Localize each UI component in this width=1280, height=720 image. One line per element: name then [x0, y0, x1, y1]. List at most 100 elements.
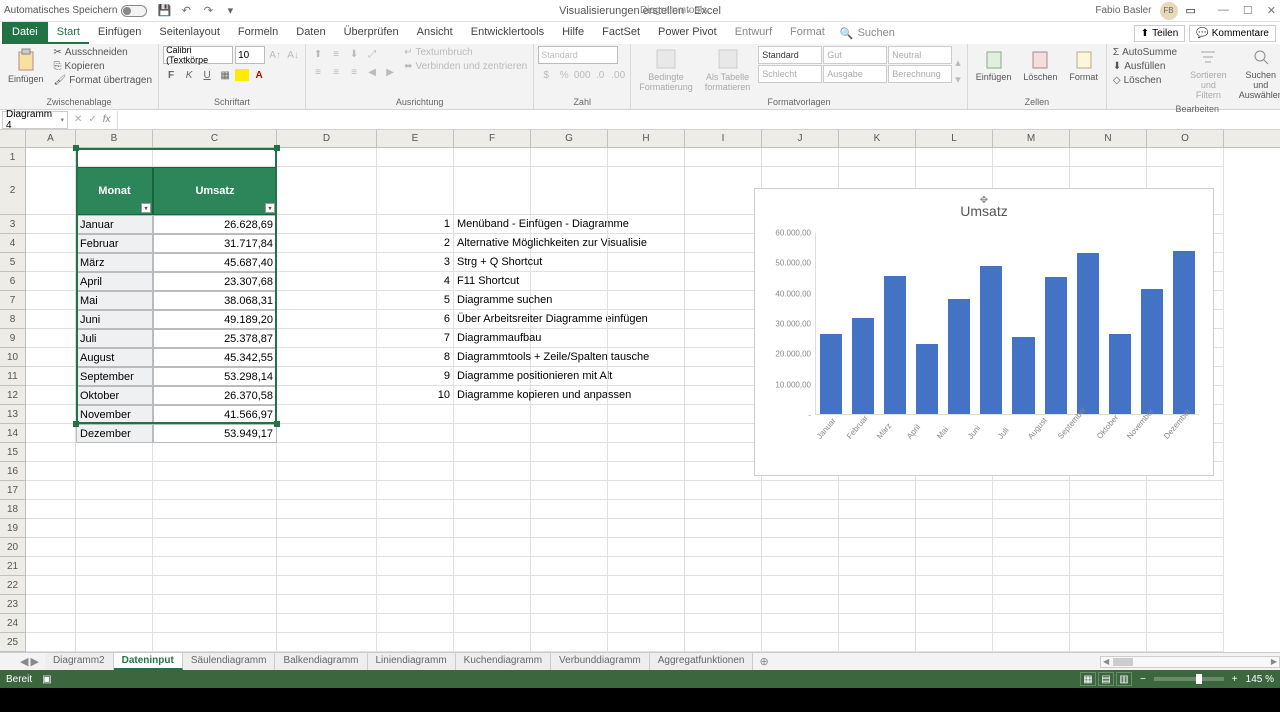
- row-header-5[interactable]: 5: [0, 253, 25, 272]
- cell-A14[interactable]: [26, 424, 76, 443]
- cell-O17[interactable]: [1147, 481, 1224, 500]
- fx-icon[interactable]: fx: [103, 114, 111, 125]
- row-header-16[interactable]: 16: [0, 462, 25, 481]
- cell-C6[interactable]: 23.307,68: [153, 272, 277, 291]
- cell-E17[interactable]: [377, 481, 454, 500]
- row-header-13[interactable]: 13: [0, 405, 25, 424]
- cell-B16[interactable]: [76, 462, 153, 481]
- cell-A21[interactable]: [26, 557, 76, 576]
- decrease-font-icon[interactable]: A↓: [285, 47, 301, 63]
- cell-I9[interactable]: [685, 329, 762, 348]
- cell-L23[interactable]: [916, 595, 993, 614]
- cell-A15[interactable]: [26, 443, 76, 462]
- sheet-tab-säulendiagramm[interactable]: Säulendiagramm: [183, 653, 276, 670]
- cell-F5[interactable]: Strg + Q Shortcut: [454, 253, 531, 272]
- row-header-18[interactable]: 18: [0, 500, 25, 519]
- cell-E15[interactable]: [377, 443, 454, 462]
- horizontal-scrollbar[interactable]: ◀ ▶: [1100, 656, 1280, 668]
- align-left-icon[interactable]: ≡: [310, 64, 326, 80]
- style-neutral[interactable]: Neutral: [888, 46, 952, 64]
- cell-F15[interactable]: [454, 443, 531, 462]
- cell-H14[interactable]: [608, 424, 685, 443]
- cell-M25[interactable]: [993, 633, 1070, 652]
- cell-E13[interactable]: [377, 405, 454, 424]
- cell-D22[interactable]: [277, 576, 377, 595]
- minimize-icon[interactable]: —: [1218, 4, 1229, 17]
- cell-C7[interactable]: 38.068,31: [153, 291, 277, 310]
- bar-Oktober[interactable]: [1109, 334, 1131, 414]
- zoom-level[interactable]: 145 %: [1246, 674, 1274, 685]
- cell-E9[interactable]: 7: [377, 329, 454, 348]
- cell-J20[interactable]: [762, 538, 839, 557]
- cell-D7[interactable]: [277, 291, 377, 310]
- sheet-tab-balkendiagramm[interactable]: Balkendiagramm: [275, 653, 367, 670]
- cell-I6[interactable]: [685, 272, 762, 291]
- cell-F4[interactable]: Alternative Möglichkeiten zur Visualisie: [454, 234, 531, 253]
- cell-B5[interactable]: März: [76, 253, 153, 272]
- filter-icon[interactable]: ▾: [141, 203, 151, 213]
- cell-L24[interactable]: [916, 614, 993, 633]
- cell-F21[interactable]: [454, 557, 531, 576]
- cell-H15[interactable]: [608, 443, 685, 462]
- comments-button[interactable]: 💬 Kommentare: [1189, 25, 1276, 42]
- cell-F16[interactable]: [454, 462, 531, 481]
- cell-C1[interactable]: [153, 148, 277, 167]
- cell-G19[interactable]: [531, 519, 608, 538]
- fill-button[interactable]: ⬇Ausfüllen: [1111, 60, 1179, 73]
- cell-F11[interactable]: Diagramme positionieren mit Alt: [454, 367, 531, 386]
- row-header-20[interactable]: 20: [0, 538, 25, 557]
- cell-A10[interactable]: [26, 348, 76, 367]
- style-standard[interactable]: Standard: [758, 46, 822, 64]
- cell-D5[interactable]: [277, 253, 377, 272]
- cell-E19[interactable]: [377, 519, 454, 538]
- cell-M24[interactable]: [993, 614, 1070, 633]
- cell-I2[interactable]: [685, 167, 762, 215]
- cell-I10[interactable]: [685, 348, 762, 367]
- cell-N18[interactable]: [1070, 500, 1147, 519]
- cell-D9[interactable]: [277, 329, 377, 348]
- cell-N22[interactable]: [1070, 576, 1147, 595]
- cell-E16[interactable]: [377, 462, 454, 481]
- cell-G23[interactable]: [531, 595, 608, 614]
- cell-O24[interactable]: [1147, 614, 1224, 633]
- cell-A1[interactable]: [26, 148, 76, 167]
- thousands-icon[interactable]: 000: [574, 67, 590, 83]
- cell-C25[interactable]: [153, 633, 277, 652]
- cell-F3[interactable]: Menüband - Einfügen - Diagramme: [454, 215, 531, 234]
- row-header-7[interactable]: 7: [0, 291, 25, 310]
- cell-G15[interactable]: [531, 443, 608, 462]
- col-header-O[interactable]: O: [1147, 130, 1224, 147]
- bar-April[interactable]: [916, 344, 938, 414]
- cell-E24[interactable]: [377, 614, 454, 633]
- cell-C9[interactable]: 25.378,87: [153, 329, 277, 348]
- delete-cells-button[interactable]: Löschen: [1019, 46, 1061, 95]
- cell-I3[interactable]: [685, 215, 762, 234]
- cell-A2[interactable]: [26, 167, 76, 215]
- cell-I20[interactable]: [685, 538, 762, 557]
- cell-E18[interactable]: [377, 500, 454, 519]
- cell-C20[interactable]: [153, 538, 277, 557]
- cell-J18[interactable]: [762, 500, 839, 519]
- bar-September[interactable]: [1077, 253, 1099, 414]
- decimal-dec-icon[interactable]: .00: [610, 67, 626, 83]
- border-button[interactable]: ▦: [217, 67, 233, 83]
- tab-factset[interactable]: FactSet: [593, 22, 649, 44]
- orientation-icon[interactable]: ⤢: [364, 46, 380, 62]
- filter-icon[interactable]: ▾: [265, 203, 275, 213]
- zoom-slider[interactable]: [1154, 677, 1224, 681]
- format-cells-button[interactable]: Format: [1065, 46, 1102, 95]
- sheet-tab-kuchendiagramm[interactable]: Kuchendiagramm: [456, 653, 551, 670]
- currency-icon[interactable]: $: [538, 67, 554, 83]
- cell-L22[interactable]: [916, 576, 993, 595]
- bar-Juni[interactable]: [980, 266, 1002, 414]
- scroll-left-icon[interactable]: ◀: [1101, 657, 1111, 666]
- copy-button[interactable]: ⎘Kopieren: [52, 60, 155, 73]
- col-header-G[interactable]: G: [531, 130, 608, 147]
- cell-O22[interactable]: [1147, 576, 1224, 595]
- cell-F7[interactable]: Diagramme suchen: [454, 291, 531, 310]
- cell-D10[interactable]: [277, 348, 377, 367]
- percent-icon[interactable]: %: [556, 67, 572, 83]
- autosave-toggle[interactable]: Automatisches Speichern: [4, 5, 147, 17]
- cell-G10[interactable]: [531, 348, 608, 367]
- cell-F2[interactable]: [454, 167, 531, 215]
